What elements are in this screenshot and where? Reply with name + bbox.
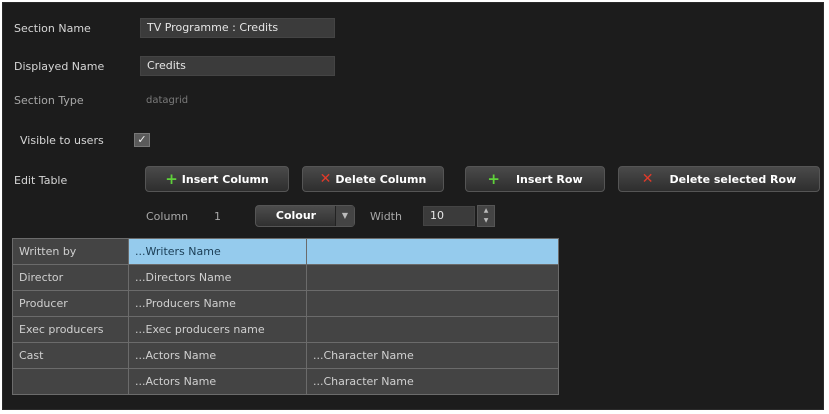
section-name-label: Section Name (14, 22, 91, 35)
visible-to-users-label: Visible to users (20, 134, 104, 147)
table-cell[interactable]: ...Actors Name (128, 342, 307, 369)
insert-row-label: Insert Row (515, 172, 583, 186)
edit-table-label: Edit Table (14, 174, 68, 187)
close-icon: ✕ (641, 171, 654, 187)
table-cell[interactable] (306, 238, 559, 265)
delete-column-button[interactable]: ✕ Delete Column (302, 166, 444, 192)
table-cell[interactable]: ...Actors Name (128, 368, 307, 395)
table-cell[interactable] (306, 264, 559, 291)
table-cell[interactable]: ...Producers Name (128, 290, 307, 317)
plus-icon: + (165, 169, 178, 188)
delete-column-label: Delete Column (335, 172, 427, 186)
table-cell[interactable]: Written by (12, 238, 129, 265)
table-cell[interactable] (306, 290, 559, 317)
table-row[interactable]: Cast ...Actors Name ...Character Name (12, 342, 559, 369)
table-cell[interactable] (12, 368, 129, 395)
delete-selected-row-label: Delete selected Row (669, 172, 797, 186)
table-row[interactable]: Written by ...Writers Name (12, 238, 559, 265)
table-cell[interactable]: ...Writers Name (128, 238, 307, 265)
column-index: 1 (214, 210, 221, 223)
plus-icon: + (487, 169, 500, 188)
table-row[interactable]: ...Actors Name ...Character Name (12, 368, 559, 395)
table-row[interactable]: Producer ...Producers Name (12, 290, 559, 317)
insert-column-button[interactable]: + Insert Column (145, 166, 289, 192)
table-row[interactable]: Exec producers ...Exec producers name (12, 316, 559, 343)
width-label: Width (370, 210, 402, 223)
section-name-input[interactable]: TV Programme : Credits (140, 18, 335, 38)
table-cell[interactable] (306, 316, 559, 343)
table-cell[interactable]: ...Exec producers name (128, 316, 307, 343)
visible-to-users-checkbox[interactable]: ✓ (134, 133, 150, 147)
displayed-name-label: Displayed Name (14, 60, 105, 73)
width-stepper[interactable]: ▲ ▼ (477, 205, 495, 227)
table-row[interactable]: Director ...Directors Name (12, 264, 559, 291)
table-cell[interactable]: Cast (12, 342, 129, 369)
table-cell[interactable]: Exec producers (12, 316, 129, 343)
table-cell[interactable]: ...Character Name (306, 368, 559, 395)
credits-table: Written by ...Writers Name Director ...D… (12, 238, 559, 395)
displayed-name-input[interactable]: Credits (140, 56, 335, 76)
column-type-dropdown[interactable]: Colour ▼ (255, 205, 355, 227)
table-cell[interactable]: Director (12, 264, 129, 291)
table-cell[interactable]: ...Directors Name (128, 264, 307, 291)
stepper-down-icon[interactable]: ▼ (478, 216, 494, 226)
width-input[interactable]: 10 (423, 206, 475, 226)
insert-column-label: Insert Column (181, 172, 269, 186)
insert-row-button[interactable]: + Insert Row (465, 166, 605, 192)
stepper-up-icon[interactable]: ▲ (478, 206, 494, 216)
table-cell[interactable]: ...Character Name (306, 342, 559, 369)
table-cell[interactable]: Producer (12, 290, 129, 317)
delete-selected-row-button[interactable]: ✕ Delete selected Row (618, 166, 820, 192)
close-icon: ✕ (319, 171, 332, 187)
section-type-value: datagrid (146, 95, 189, 106)
column-type-value: Colour (275, 209, 317, 222)
section-type-label: Section Type (14, 94, 84, 107)
chevron-down-icon[interactable]: ▼ (335, 206, 354, 226)
column-label: Column (146, 210, 189, 223)
